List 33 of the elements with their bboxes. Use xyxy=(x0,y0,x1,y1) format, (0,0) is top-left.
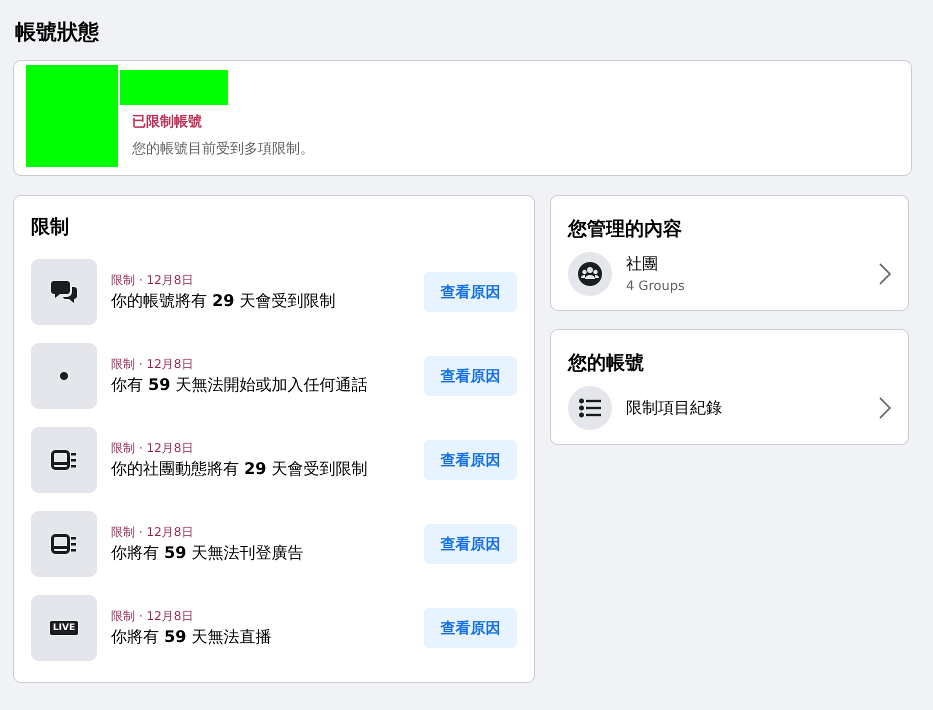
list-icon xyxy=(579,398,601,418)
chevron-right-icon xyxy=(879,397,891,419)
item-sublabel: 4 Groups xyxy=(626,279,686,294)
feed-icon xyxy=(51,450,77,470)
see-reason-button[interactable]: 查看原因 xyxy=(424,440,517,480)
restriction-date: 限制 · 12月8日 xyxy=(111,524,194,541)
restriction-text: 你有 59 天無法開始或加入任何通話 xyxy=(111,375,368,396)
see-reason-button[interactable]: 查看原因 xyxy=(424,608,517,648)
item-label[interactable]: 社團 xyxy=(626,254,865,275)
restriction-date: 限制 · 12月8日 xyxy=(111,356,194,373)
chevron-right-icon xyxy=(879,263,891,285)
page-title: 帳號狀態 xyxy=(15,19,100,46)
feed-icon xyxy=(51,534,77,554)
card-title: 您的帳號 xyxy=(568,351,645,376)
restriction-text: 你將有 59 天無法直播 xyxy=(111,627,272,648)
account-description: 您的帳號目前受到多項限制。 xyxy=(132,140,314,158)
item-label[interactable]: 限制項目紀錄 xyxy=(626,398,865,418)
see-reason-button[interactable]: 查看原因 xyxy=(424,272,517,312)
restriction-date: 限制 · 12月8日 xyxy=(111,272,194,289)
see-reason-button[interactable]: 查看原因 xyxy=(424,356,517,396)
group-icon xyxy=(578,262,602,286)
restriction-date: 限制 · 12月8日 xyxy=(111,608,194,625)
card-title: 限制 xyxy=(31,215,70,240)
dot-icon xyxy=(60,372,68,380)
chat-bubbles-icon xyxy=(51,280,77,304)
see-reason-button[interactable]: 查看原因 xyxy=(424,524,517,564)
live-badge: LIVE xyxy=(50,621,78,635)
account-status: 已限制帳號 xyxy=(132,113,203,131)
card-title: 您管理的內容 xyxy=(568,217,683,242)
restriction-text: 你的社團動態將有 29 天會受到限制 xyxy=(111,459,368,480)
restriction-text: 你的帳號將有 29 天會受到限制 xyxy=(111,291,336,312)
restriction-text: 你將有 59 天無法刊登廣告 xyxy=(111,543,304,564)
restriction-date: 限制 · 12月8日 xyxy=(111,440,194,457)
